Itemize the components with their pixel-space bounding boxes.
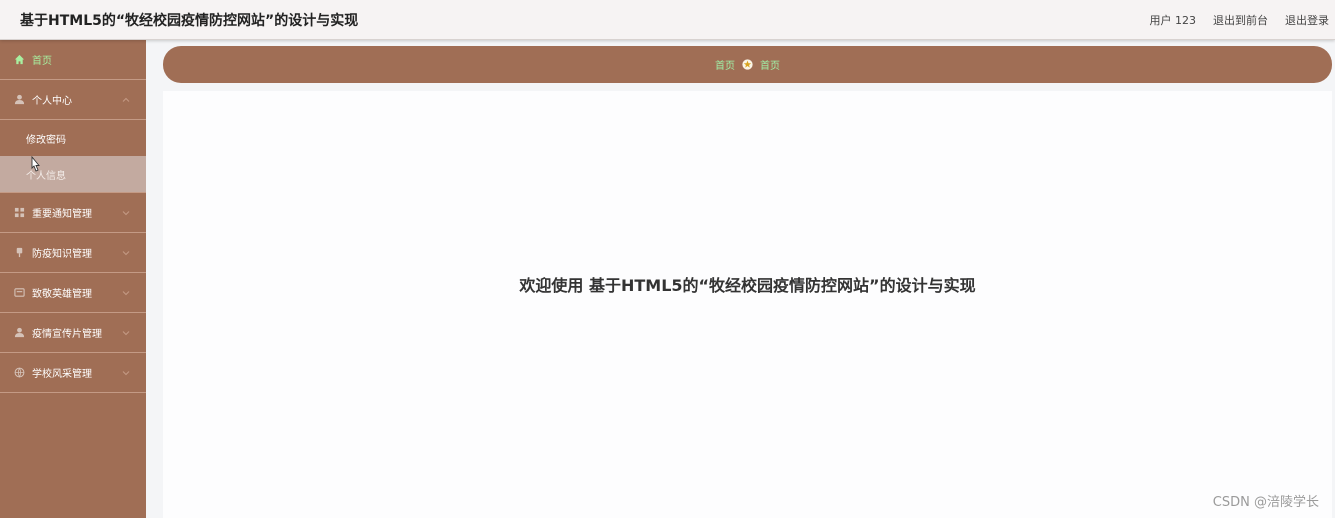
sidebar-item-label: 学校风采管理 xyxy=(32,369,92,380)
watermark: CSDN @涪陵学长 xyxy=(1212,495,1319,510)
sidebar-item-label: 疫情宣传片管理 xyxy=(32,329,102,340)
star-icon xyxy=(742,59,753,70)
home-icon xyxy=(13,54,25,66)
top-header: 基于HTML5的“牧经校园疫情防控网站”的设计与实现 用户 123 退出到前台 … xyxy=(0,0,1335,40)
sidebar-item-home[interactable]: 首页 xyxy=(0,40,146,80)
breadcrumb: 首页 首页 xyxy=(163,46,1332,83)
chevron-down-icon xyxy=(122,289,130,297)
sidebar-item-personal-center[interactable]: 个人中心 xyxy=(0,80,146,120)
mouse-cursor-icon xyxy=(31,156,40,172)
user-label: 用户 123 xyxy=(1149,13,1197,27)
breadcrumb-current: 首页 xyxy=(760,61,780,72)
main-content: 欢迎使用 基于HTML5的“牧经校园疫情防控网站”的设计与实现 xyxy=(163,91,1332,518)
pin-icon xyxy=(13,247,25,259)
chevron-up-icon xyxy=(122,96,130,104)
sidebar-item-label: 致敬英雄管理 xyxy=(32,289,92,300)
submenu-personal-center: 修改密码 个人信息 xyxy=(0,120,146,193)
header-actions: 用户 123 退出到前台 退出登录 xyxy=(1150,12,1330,28)
chevron-down-icon xyxy=(122,369,130,377)
sidebar-item-label: 重要通知管理 xyxy=(32,209,92,220)
exit-to-front-link[interactable]: 退出到前台 xyxy=(1213,12,1268,28)
sidebar-item-school-style-management[interactable]: 学校风采管理 xyxy=(0,353,146,393)
card-icon xyxy=(13,287,25,299)
sidebar-item-label: 防疫知识管理 xyxy=(32,249,92,260)
grid-icon xyxy=(13,207,25,219)
user-icon xyxy=(13,94,25,106)
breadcrumb-home-link[interactable]: 首页 xyxy=(715,57,735,72)
sidebar-subitem-change-password[interactable]: 修改密码 xyxy=(0,120,146,156)
user-icon xyxy=(13,327,25,339)
sidebar-item-hero-management[interactable]: 致敬英雄管理 xyxy=(0,273,146,313)
sidebar-subitem-personal-info[interactable]: 个人信息 xyxy=(0,156,146,192)
chevron-down-icon xyxy=(122,209,130,217)
welcome-heading: 欢迎使用 基于HTML5的“牧经校园疫情防控网站”的设计与实现 xyxy=(519,276,976,295)
sidebar-item-video-management[interactable]: 疫情宣传片管理 xyxy=(0,313,146,353)
chevron-down-icon xyxy=(122,329,130,337)
sidebar: 首页 个人中心 修改密码 个人信息 重要通知管理 防疫知识管理 致敬英雄管理 疫… xyxy=(0,40,146,518)
chevron-down-icon xyxy=(122,249,130,257)
globe-icon xyxy=(13,367,25,379)
sidebar-item-label: 首页 xyxy=(32,56,52,67)
sidebar-item-label: 个人中心 xyxy=(32,96,72,107)
sidebar-item-notice-management[interactable]: 重要通知管理 xyxy=(0,193,146,233)
app-title: 基于HTML5的“牧经校园疫情防控网站”的设计与实现 xyxy=(20,12,359,29)
sidebar-item-knowledge-management[interactable]: 防疫知识管理 xyxy=(0,233,146,273)
logout-link[interactable]: 退出登录 xyxy=(1285,12,1329,28)
